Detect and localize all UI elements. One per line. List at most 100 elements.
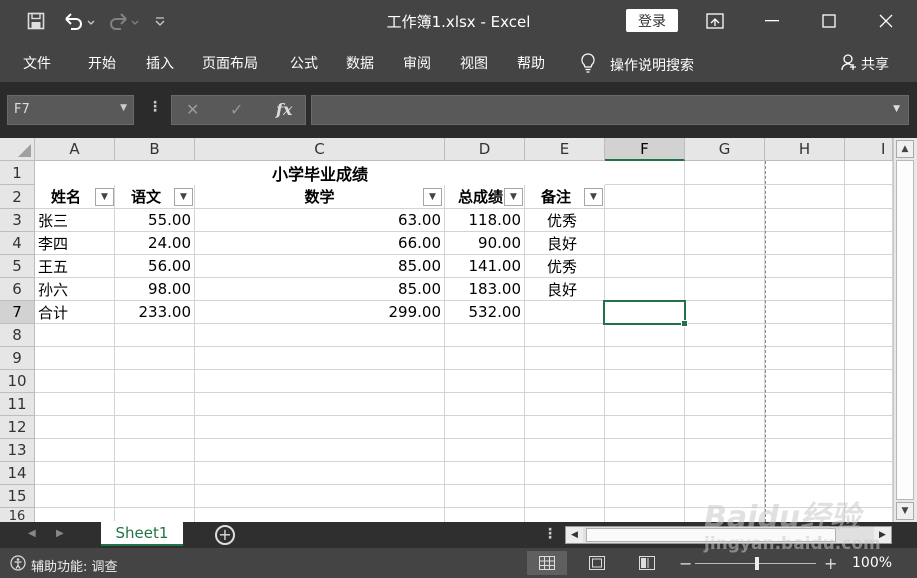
empty-cell[interactable] xyxy=(605,255,685,278)
empty-cell[interactable] xyxy=(765,324,845,347)
empty-cell[interactable] xyxy=(35,347,115,370)
zoom-out-icon[interactable]: − xyxy=(679,554,692,573)
empty-cell[interactable] xyxy=(765,462,845,485)
empty-cell[interactable] xyxy=(845,416,893,439)
empty-cell[interactable] xyxy=(845,161,893,185)
empty-cell[interactable] xyxy=(685,301,765,324)
empty-cell[interactable] xyxy=(115,416,195,439)
empty-cell[interactable] xyxy=(115,370,195,393)
row-header-6[interactable]: 6 xyxy=(0,278,35,301)
row-header-2[interactable]: 2 xyxy=(0,185,35,209)
empty-cell[interactable] xyxy=(525,370,605,393)
total-total-cell[interactable]: 532.00 xyxy=(445,301,525,324)
empty-cell[interactable] xyxy=(115,347,195,370)
empty-cell[interactable] xyxy=(115,508,195,522)
empty-cell[interactable] xyxy=(845,209,893,232)
empty-cell[interactable] xyxy=(195,508,445,522)
empty-cell[interactable] xyxy=(685,347,765,370)
empty-cell[interactable] xyxy=(35,485,115,508)
column-header-d[interactable]: D xyxy=(445,138,525,161)
empty-cell[interactable] xyxy=(605,439,685,462)
empty-cell[interactable] xyxy=(445,462,525,485)
table-cell-chinese[interactable]: 98.00 xyxy=(115,278,195,301)
row-header-9[interactable]: 9 xyxy=(0,347,35,370)
empty-cell[interactable] xyxy=(685,416,765,439)
row-header-8[interactable]: 8 xyxy=(0,324,35,347)
empty-cell[interactable] xyxy=(115,393,195,416)
total-note-cell[interactable] xyxy=(525,301,605,324)
empty-cell[interactable] xyxy=(685,508,765,522)
empty-cell[interactable] xyxy=(845,255,893,278)
empty-cell[interactable] xyxy=(845,185,893,209)
page-break-preview-icon[interactable] xyxy=(627,551,667,575)
chevron-down-icon[interactable]: ▼ xyxy=(120,103,127,113)
empty-cell[interactable] xyxy=(445,485,525,508)
tab-file[interactable]: 文件 xyxy=(23,53,51,73)
worksheet-grid[interactable]: A B C D E F G H I 1 2 3 4 5 6 7 8 9 10 1… xyxy=(0,138,917,522)
filter-dropdown-icon[interactable]: ▼ xyxy=(423,188,442,206)
empty-cell[interactable] xyxy=(525,393,605,416)
empty-cell[interactable] xyxy=(685,393,765,416)
empty-cell[interactable] xyxy=(845,324,893,347)
insert-function-icon[interactable]: fx xyxy=(276,100,292,119)
page-layout-view-icon[interactable] xyxy=(577,551,617,575)
row-header-11[interactable]: 11 xyxy=(0,393,35,416)
ribbon-display-options-icon[interactable] xyxy=(692,0,738,42)
empty-cell[interactable] xyxy=(845,439,893,462)
name-box[interactable]: F7 ▼ xyxy=(7,95,134,125)
vertical-scrollbar[interactable]: ▲ ▼ xyxy=(893,138,917,522)
zoom-level[interactable]: 100% xyxy=(852,555,892,571)
empty-cell[interactable] xyxy=(35,370,115,393)
table-cell-name[interactable]: 李四 xyxy=(35,232,115,255)
empty-cell[interactable] xyxy=(685,370,765,393)
table-cell-chinese[interactable]: 56.00 xyxy=(115,255,195,278)
empty-cell[interactable] xyxy=(605,209,685,232)
filter-dropdown-icon[interactable]: ▼ xyxy=(584,188,603,206)
empty-cell[interactable] xyxy=(195,370,445,393)
empty-cell[interactable] xyxy=(525,439,605,462)
empty-cell[interactable] xyxy=(685,278,765,301)
scroll-left-icon[interactable]: ◀ xyxy=(566,527,583,543)
empty-cell[interactable] xyxy=(765,161,845,185)
empty-cell[interactable] xyxy=(845,278,893,301)
filter-dropdown-icon[interactable]: ▼ xyxy=(174,188,193,206)
row-header-15[interactable]: 15 xyxy=(0,485,35,508)
table-cell-note[interactable]: 良好 xyxy=(525,278,605,301)
row-header-16[interactable]: 16 xyxy=(0,508,35,522)
tab-formulas[interactable]: 公式 xyxy=(290,53,318,73)
tab-page-layout[interactable]: 页面布局 xyxy=(202,53,258,73)
empty-cell[interactable] xyxy=(35,416,115,439)
table-cell-chinese[interactable]: 55.00 xyxy=(115,209,195,232)
table-cell-total[interactable]: 90.00 xyxy=(445,232,525,255)
empty-cell[interactable] xyxy=(605,185,685,209)
empty-cell[interactable] xyxy=(685,185,765,209)
row-header-4[interactable]: 4 xyxy=(0,232,35,255)
table-cell-math[interactable]: 63.00 xyxy=(195,209,445,232)
tab-data[interactable]: 数据 xyxy=(346,53,374,73)
empty-cell[interactable] xyxy=(195,393,445,416)
column-header-h[interactable]: H xyxy=(765,138,845,161)
filter-dropdown-icon[interactable]: ▼ xyxy=(95,188,114,206)
maximize-icon[interactable] xyxy=(806,0,852,42)
empty-cell[interactable] xyxy=(845,347,893,370)
plus-circle-icon[interactable]: + xyxy=(215,525,235,545)
scroll-down-icon[interactable]: ▼ xyxy=(896,502,914,520)
empty-cell[interactable] xyxy=(765,347,845,370)
expand-formula-icon[interactable]: ▼ xyxy=(893,104,900,114)
horizontal-scroll-thumb[interactable] xyxy=(586,528,836,542)
empty-cell[interactable] xyxy=(685,232,765,255)
empty-cell[interactable] xyxy=(445,508,525,522)
close-icon[interactable] xyxy=(863,0,909,42)
row-header-13[interactable]: 13 xyxy=(0,439,35,462)
empty-cell[interactable] xyxy=(845,301,893,324)
empty-cell[interactable] xyxy=(525,416,605,439)
table-cell-total[interactable]: 183.00 xyxy=(445,278,525,301)
row-header-7[interactable]: 7 xyxy=(0,301,35,324)
table-cell-note[interactable]: 优秀 xyxy=(525,255,605,278)
table-cell-total[interactable]: 118.00 xyxy=(445,209,525,232)
empty-cell[interactable] xyxy=(605,416,685,439)
empty-cell[interactable] xyxy=(845,393,893,416)
column-header-f[interactable]: F xyxy=(605,138,685,161)
empty-cell[interactable] xyxy=(35,439,115,462)
total-math-cell[interactable]: 299.00 xyxy=(195,301,445,324)
